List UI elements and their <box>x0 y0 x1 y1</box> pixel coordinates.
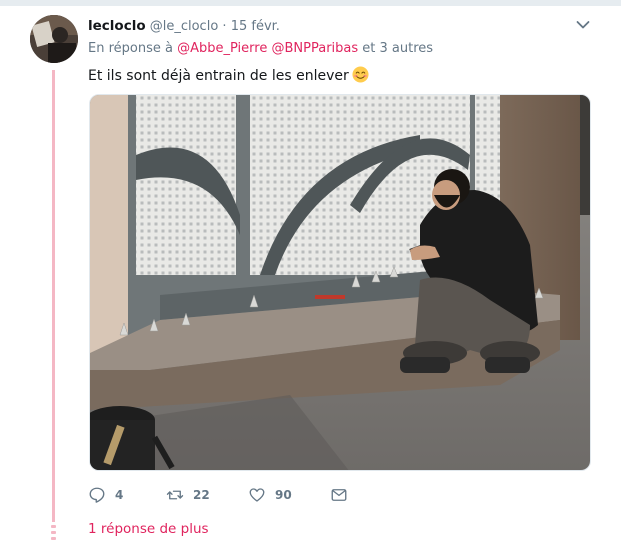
direct-message-button[interactable] <box>330 486 348 504</box>
like-button[interactable]: 90 <box>248 486 292 504</box>
heart-icon <box>249 488 265 502</box>
mention-link[interactable]: @BNPParibas <box>271 41 358 56</box>
mention-link[interactable]: @Abbe_Pierre <box>177 41 267 56</box>
show-more-replies-link[interactable]: 1 réponse de plus <box>88 521 209 537</box>
reply-button[interactable]: 4 <box>88 486 123 504</box>
retweet-button[interactable]: 22 <box>166 486 210 504</box>
thread-connector-line <box>52 70 55 522</box>
like-count: 90 <box>275 488 292 502</box>
thread-connector-dot <box>51 531 56 534</box>
chevron-down-icon[interactable] <box>576 20 590 30</box>
tweet-date[interactable]: 15 févr. <box>231 19 280 34</box>
reply-context: En réponse à @Abbe_Pierre @BNPParibas et… <box>88 41 433 56</box>
thread-connector-dot <box>51 537 56 540</box>
top-divider <box>0 0 621 6</box>
tweet-header: lecloclo @le_cloclo · 15 févr. <box>88 18 280 34</box>
retweet-count: 22 <box>193 488 210 502</box>
thread-connector-dot <box>51 525 56 528</box>
reply-count: 4 <box>115 488 124 502</box>
retweet-icon <box>166 490 184 500</box>
tweet-text: Et ils sont déjà entrain de les enlever <box>88 66 369 84</box>
header-separator: · <box>222 19 227 34</box>
reply-suffix[interactable]: et 3 autres <box>362 41 433 56</box>
tweet-photo[interactable] <box>89 94 591 471</box>
user-handle[interactable]: @le_cloclo <box>150 19 219 34</box>
tweet-body: Et ils sont déjà entrain de les enlever <box>88 68 349 84</box>
reply-icon <box>89 487 105 503</box>
display-name[interactable]: lecloclo <box>88 18 146 34</box>
reply-prefix: En réponse à <box>88 41 173 56</box>
smiling-face-emoji <box>352 66 369 83</box>
avatar[interactable] <box>30 15 78 63</box>
message-icon <box>331 489 347 501</box>
